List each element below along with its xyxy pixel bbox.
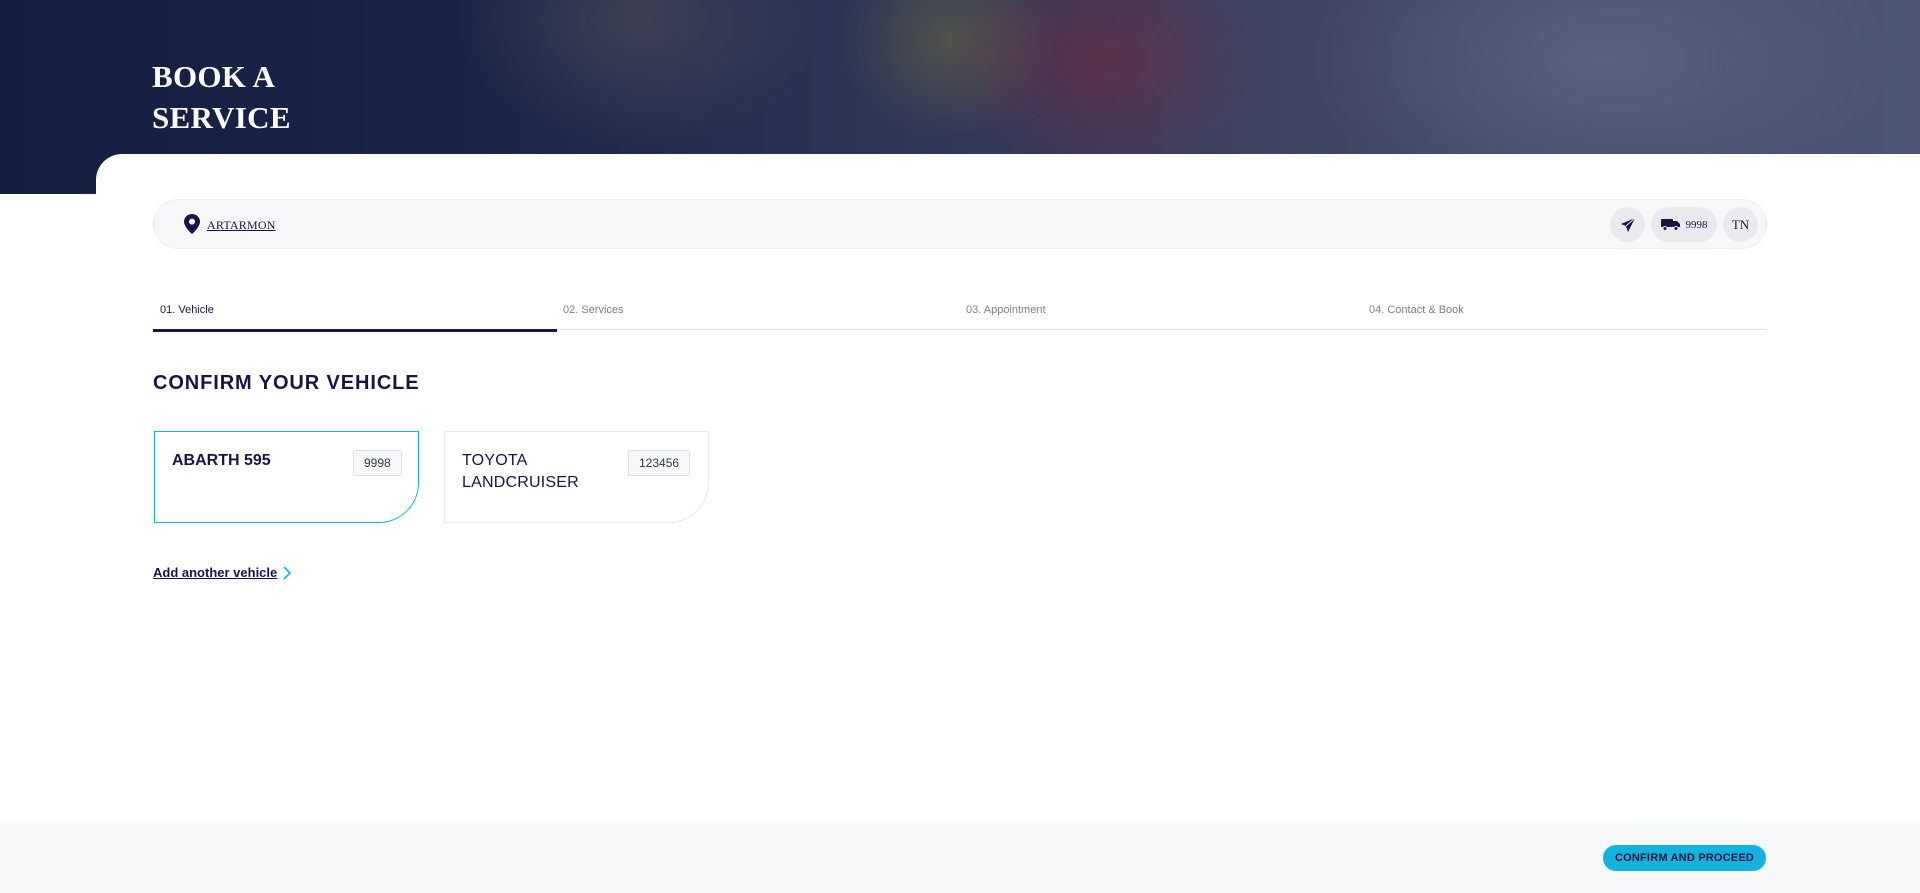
confirm-and-proceed-button[interactable]: CONFIRM AND PROCEED — [1603, 845, 1766, 871]
vehicle-name: TOYOTA LANDCRUISER — [462, 452, 579, 491]
chevron-right-icon — [283, 566, 292, 580]
location-link[interactable]: ARTARMON — [207, 218, 276, 233]
send-button[interactable] — [1610, 207, 1645, 242]
vehicle-card-abarth[interactable]: ABARTH 595 9998 — [154, 431, 419, 523]
step-tabs: 01. Vehicle 02. Services 03. Appointment… — [153, 300, 1767, 332]
send-icon — [1620, 217, 1635, 232]
add-vehicle-link[interactable]: Add another vehicle — [153, 565, 277, 580]
section-title: CONFIRM YOUR VEHICLE — [153, 372, 420, 394]
rego-badge: 9998 — [353, 450, 402, 476]
vehicle-name: ABARTH 595 — [172, 452, 271, 469]
page-title: BOOK A SERVICE — [152, 59, 291, 135]
vehicle-count: 9998 — [1685, 218, 1708, 231]
location-bar: ARTARMON 9998 TN — [153, 199, 1767, 249]
user-avatar-button[interactable]: TN — [1723, 207, 1758, 242]
tab-contact-book[interactable]: 04. Contact & Book — [1362, 304, 1765, 331]
location-pin-icon — [184, 214, 200, 234]
tab-vehicle[interactable]: 01. Vehicle — [153, 304, 557, 332]
tab-services[interactable]: 02. Services — [556, 304, 959, 331]
truck-icon — [1660, 219, 1680, 231]
vehicle-pill[interactable]: 9998 — [1651, 207, 1717, 242]
vehicle-card-toyota[interactable]: TOYOTA LANDCRUISER 123456 — [444, 431, 709, 523]
rego-badge: 123456 — [628, 450, 691, 476]
user-initials: TN — [1731, 216, 1750, 232]
tab-appointment[interactable]: 03. Appointment — [959, 304, 1362, 331]
